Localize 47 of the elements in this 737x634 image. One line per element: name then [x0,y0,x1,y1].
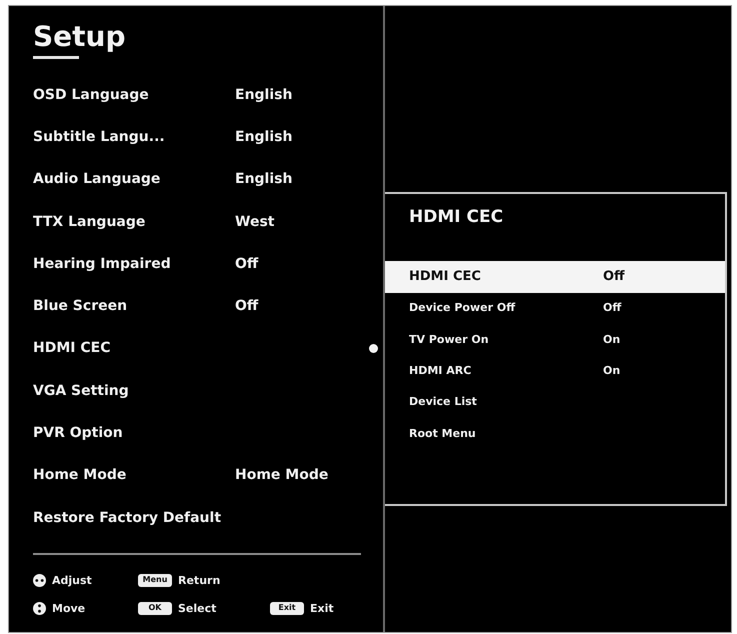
menu-item[interactable]: HDMI CEC [33,338,235,360]
hint-label: Return [178,574,220,586]
submenu-item-label: TV Power On [409,332,490,348]
menu-item-value: Off [235,297,258,316]
menu-title: Setup [33,21,126,53]
submenu-item-value: Off [603,300,622,316]
submenu-item-label: Root Menu [409,426,477,442]
menu-item[interactable]: Subtitle Langu... [33,126,235,148]
menu-item[interactable]: OSD Language [33,84,235,106]
remote-key-label: Menu [138,574,172,587]
menu-item[interactable]: VGA Setting [33,380,235,402]
hint-label: Select [178,602,216,614]
submenu-item-label: HDMI ARC [409,362,472,379]
up-down-pad-icon [33,602,46,615]
menu-item-value: English [235,86,292,105]
menu-item-value: Off [235,254,258,274]
menu-item-value: West [235,212,274,232]
menu-item[interactable]: Audio Language [33,169,235,190]
menu-item[interactable]: Hearing Impaired [33,254,235,275]
submenu-item-value: Off [603,268,625,286]
menu-item-value: Home Mode [235,466,328,486]
menu-item-value: English [235,128,292,147]
left-right-pad-icon [33,574,46,587]
menu-item[interactable]: PVR Option [33,423,235,444]
menu-item[interactable]: Blue Screen [33,296,235,318]
submenu-item-value: On [603,332,620,348]
hint-label: Move [52,602,86,614]
submenu-item[interactable]: Device List [385,386,725,418]
submenu-item[interactable]: TV Power On On [385,324,725,356]
submenu-item-label: Device List [409,394,478,410]
menu-item[interactable]: Restore Factory Default [33,508,235,529]
submenu-item[interactable]: Device Power Off Off [385,293,725,324]
submenu-title: HDMI CEC [409,207,504,227]
menu-item[interactable]: Home Mode [33,465,235,486]
remote-key-label: OK [138,602,172,615]
submenu-item[interactable]: Root Menu [385,418,725,450]
title-underline [33,56,79,59]
submenu-item-label: Device Power Off [409,300,516,316]
hint-label: Adjust [52,574,92,586]
menu-item[interactable]: TTX Language [33,212,235,233]
remote-key-label: Exit [270,602,304,615]
submenu-item[interactable]: HDMI CEC Off [385,261,725,293]
submenu-item[interactable]: HDMI ARC On [385,356,725,387]
hint-label: Exit [310,602,334,614]
submenu-item-label: HDMI CEC [409,268,482,286]
menu-item-value: English [235,170,292,190]
submenu-item-value: On [603,362,620,379]
